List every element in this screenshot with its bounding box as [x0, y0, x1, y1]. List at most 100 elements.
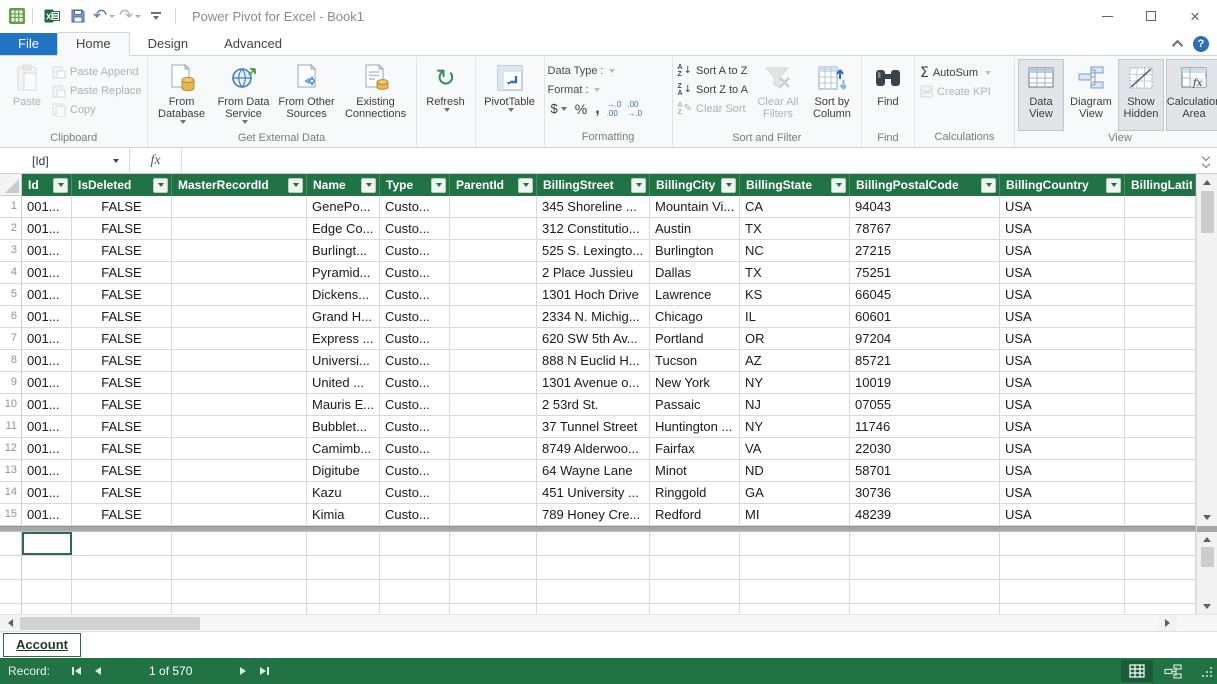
table-cell[interactable]: USA	[1000, 306, 1125, 327]
table-cell[interactable]: 789 Honey Cre...	[537, 504, 650, 525]
table-cell[interactable]	[450, 240, 537, 261]
calc-cell[interactable]	[650, 604, 740, 614]
table-cell[interactable]	[172, 218, 307, 239]
paste-button[interactable]: Paste	[4, 59, 50, 131]
table-cell[interactable]: 001...	[22, 372, 72, 393]
table-cell[interactable]: 1301 Avenue o...	[537, 372, 650, 393]
first-record-button[interactable]	[72, 663, 81, 679]
table-cell[interactable]: USA	[1000, 262, 1125, 283]
table-cell[interactable]: Camimb...	[307, 438, 380, 459]
column-header[interactable]: MasterRecordId	[172, 174, 307, 196]
table-cell[interactable]	[172, 240, 307, 261]
table-cell[interactable]: GenePo...	[307, 196, 380, 217]
table-cell[interactable]	[1125, 482, 1196, 503]
calc-cell[interactable]	[22, 556, 72, 579]
pivottable-button[interactable]: PivotTable	[479, 59, 541, 131]
calc-cell[interactable]	[537, 556, 650, 579]
autosum-button[interactable]: Σ AutoSum	[918, 63, 993, 82]
table-cell[interactable]	[172, 482, 307, 503]
table-cell[interactable]	[450, 350, 537, 371]
table-cell[interactable]: USA	[1000, 482, 1125, 503]
table-cell[interactable]: Custo...	[380, 218, 450, 239]
table-cell[interactable]: 001...	[22, 460, 72, 481]
table-cell[interactable]: Kazu	[307, 482, 380, 503]
calc-cell[interactable]	[72, 532, 172, 555]
table-cell[interactable]: Custo...	[380, 328, 450, 349]
table-cell[interactable]: FALSE	[72, 350, 172, 371]
calc-cell[interactable]	[72, 556, 172, 579]
currency-format-button[interactable]: $	[548, 101, 570, 116]
filter-button[interactable]	[361, 178, 376, 193]
calc-scrollbar-thumb[interactable]	[1201, 547, 1214, 567]
table-cell[interactable]: 2334 N. Michig...	[537, 306, 650, 327]
table-cell[interactable]: 30736	[850, 482, 1000, 503]
table-cell[interactable]: Digitube	[307, 460, 380, 481]
table-cell[interactable]: 97204	[850, 328, 1000, 349]
table-cell[interactable]	[172, 350, 307, 371]
table-cell[interactable]	[172, 416, 307, 437]
table-cell[interactable]: Pyramid...	[307, 262, 380, 283]
expand-formula-bar-button[interactable]	[1195, 148, 1217, 173]
table-cell[interactable]: Express ...	[307, 328, 380, 349]
table-cell[interactable]: AZ	[740, 350, 850, 371]
from-other-sources-button[interactable]: From Other Sources	[275, 59, 339, 131]
table-cell[interactable]: 001...	[22, 196, 72, 217]
calc-cell[interactable]	[1000, 556, 1125, 579]
table-cell[interactable]: USA	[1000, 196, 1125, 217]
row-number[interactable]: 8	[0, 350, 22, 371]
column-header[interactable]: BillingStreet	[537, 174, 650, 196]
table-cell[interactable]	[450, 394, 537, 415]
table-cell[interactable]: Austin	[650, 218, 740, 239]
table-cell[interactable]: USA	[1000, 350, 1125, 371]
filter-button[interactable]	[518, 178, 533, 193]
filter-button[interactable]	[153, 178, 168, 193]
table-cell[interactable]	[172, 284, 307, 305]
table-cell[interactable]: OR	[740, 328, 850, 349]
filter-button[interactable]	[1106, 178, 1121, 193]
clear-sort-button[interactable]: AZ✎ Clear Sort	[676, 99, 750, 118]
sort-a-to-z-button[interactable]: AZ↓ Sort A to Z	[676, 61, 750, 80]
calc-cell[interactable]	[307, 580, 380, 603]
table-cell[interactable]: 312 Constitutio...	[537, 218, 650, 239]
table-cell[interactable]: USA	[1000, 460, 1125, 481]
table-cell[interactable]: Custo...	[380, 394, 450, 415]
table-cell[interactable]: 001...	[22, 240, 72, 261]
collapse-ribbon-icon[interactable]	[1172, 40, 1183, 51]
table-cell[interactable]	[172, 438, 307, 459]
table-cell[interactable]: United ...	[307, 372, 380, 393]
scrollbar-thumb[interactable]	[20, 617, 200, 630]
row-number[interactable]: 11	[0, 416, 22, 437]
sheet-tab-account[interactable]: Account	[3, 633, 81, 657]
table-cell[interactable]: 001...	[22, 394, 72, 415]
table-cell[interactable]: Custo...	[380, 196, 450, 217]
calc-cell[interactable]	[537, 604, 650, 614]
tab-advanced[interactable]: Advanced	[206, 33, 300, 55]
table-cell[interactable]	[1125, 306, 1196, 327]
table-cell[interactable]: FALSE	[72, 306, 172, 327]
table-cell[interactable]	[172, 504, 307, 525]
table-cell[interactable]: MI	[740, 504, 850, 525]
column-header[interactable]: Name	[307, 174, 380, 196]
table-cell[interactable]: Custo...	[380, 460, 450, 481]
row-number[interactable]: 3	[0, 240, 22, 261]
table-cell[interactable]: ND	[740, 460, 850, 481]
calc-row-header[interactable]	[0, 532, 22, 555]
table-cell[interactable]: Burlingt...	[307, 240, 380, 261]
close-button[interactable]: ×	[1173, 0, 1217, 32]
table-cell[interactable]: Lawrence	[650, 284, 740, 305]
table-cell[interactable]: KS	[740, 284, 850, 305]
filter-button[interactable]	[981, 178, 996, 193]
calculation-area-button[interactable]: fx Calculation Area	[1166, 59, 1217, 131]
calc-cell[interactable]	[380, 532, 450, 555]
column-header[interactable]: ParentId	[450, 174, 537, 196]
table-cell[interactable]: 525 S. Lexingto...	[537, 240, 650, 261]
table-cell[interactable]	[1125, 460, 1196, 481]
calc-cell[interactable]	[307, 532, 380, 555]
customize-quick-access-toolbar-button[interactable]	[143, 4, 169, 28]
tab-home[interactable]: Home	[57, 32, 130, 56]
calc-cell[interactable]	[650, 580, 740, 603]
filter-button[interactable]	[631, 178, 646, 193]
table-cell[interactable]: 001...	[22, 438, 72, 459]
table-cell[interactable]: Minot	[650, 460, 740, 481]
table-cell[interactable]: 37 Tunnel Street	[537, 416, 650, 437]
